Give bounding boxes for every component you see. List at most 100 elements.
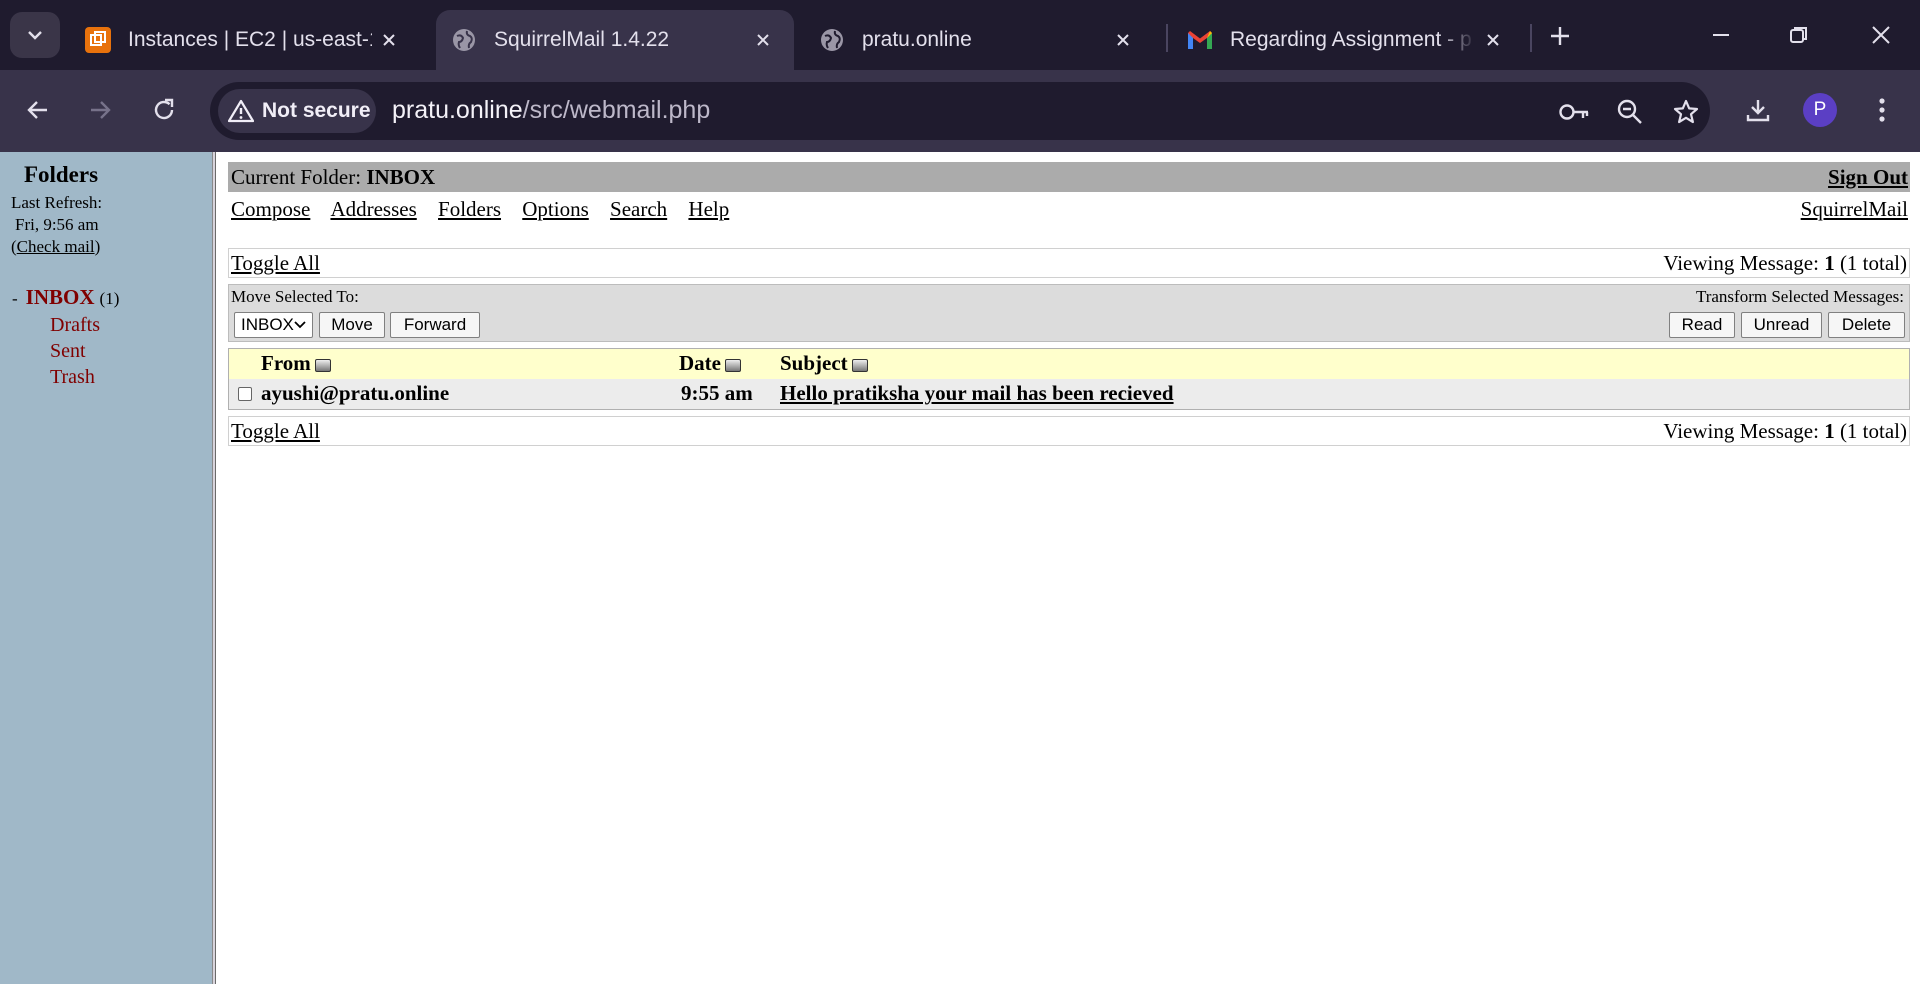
browser-menu-button[interactable] — [1860, 88, 1904, 132]
key-icon — [1559, 104, 1589, 120]
security-chip[interactable]: Not secure — [218, 89, 376, 133]
url-path: /src/webmail.php — [522, 96, 711, 124]
tab-separator — [1166, 24, 1168, 52]
toggle-all-link[interactable]: Toggle All — [231, 251, 320, 276]
folder-pane: Folders Last Refresh: Fri, 9:56 am (Chec… — [0, 152, 212, 984]
close-tab-icon[interactable] — [746, 23, 780, 57]
sort-icon[interactable] — [314, 358, 331, 372]
globe-icon — [450, 26, 478, 54]
column-from: From — [261, 351, 331, 376]
zoom-button[interactable] — [1612, 94, 1648, 130]
sort-icon[interactable] — [851, 358, 868, 372]
message-list: From Date Subject ayushi@pratu.online 9:… — [228, 348, 1910, 410]
menu-help[interactable]: Help — [688, 197, 729, 221]
close-tab-icon[interactable] — [372, 23, 406, 57]
star-icon — [1673, 99, 1699, 124]
tab-title: SquirrelMail 1.4.22 — [494, 28, 670, 51]
reload-icon — [154, 98, 174, 120]
password-key-button[interactable] — [1556, 94, 1592, 130]
squirrelmail-link[interactable]: SquirrelMail — [1801, 197, 1908, 222]
reload-button[interactable] — [142, 88, 186, 132]
list-nav-bottom: Toggle All Viewing Message: 1 (1 total) — [228, 416, 1910, 446]
inbox-unread-count: (1) — [99, 289, 120, 308]
new-tab-button[interactable] — [1540, 18, 1580, 54]
check-mail-link[interactable]: Check mail — [17, 237, 95, 256]
restore-button[interactable] — [1774, 14, 1824, 56]
tab-pratu-online[interactable]: pratu.online — [804, 10, 1154, 70]
tab-title: pratu.online — [862, 28, 972, 51]
folder-collapse-toggle[interactable]: - — [12, 289, 18, 308]
address-bar[interactable]: Not secure pratu.online/src/webmail.php — [210, 82, 1710, 140]
forward-button[interactable]: Forward — [390, 312, 480, 338]
close-tab-icon[interactable] — [1106, 23, 1140, 57]
mark-unread-button[interactable]: Unread — [1741, 312, 1822, 338]
close-window-button[interactable] — [1856, 14, 1906, 56]
current-folder-bar: Current Folder: INBOX Sign Out — [228, 162, 1910, 192]
bookmark-star-button[interactable] — [1668, 94, 1704, 130]
aws-ec2-icon — [84, 26, 112, 54]
tab-title: Instances | EC2 | us-east-1 — [128, 28, 372, 51]
webmail-page: Folders Last Refresh: Fri, 9:56 am (Chec… — [0, 152, 1920, 984]
browser-toolbar: Not secure pratu.online/src/webmail.php … — [0, 70, 1920, 152]
folder-drafts-link[interactable]: Drafts — [12, 312, 119, 338]
url-host: pratu.online — [392, 96, 523, 124]
globe-icon — [818, 26, 846, 54]
tab-gmail[interactable]: Regarding Assignment - p — [1172, 10, 1524, 70]
folder-inbox: - INBOX (1) — [12, 284, 119, 312]
menu-options[interactable]: Options — [522, 197, 589, 221]
folder-trash-link[interactable]: Trash — [12, 364, 119, 390]
check-mail: (Check mail) — [11, 237, 101, 256]
list-nav-top: Toggle All Viewing Message: 1 (1 total) — [228, 248, 1910, 278]
forward-button[interactable] — [78, 88, 122, 132]
minimize-button[interactable] — [1696, 14, 1746, 56]
transform-label: Transform Selected Messages: — [1695, 287, 1904, 306]
message-checkbox[interactable] — [238, 387, 252, 401]
security-label: Not secure — [262, 99, 371, 122]
tab-search-button[interactable] — [10, 12, 60, 58]
sign-out-link[interactable]: Sign Out — [1828, 165, 1908, 190]
zoom-out-icon — [1617, 99, 1642, 124]
tab-separator — [1530, 24, 1532, 52]
mark-read-button[interactable]: Read — [1669, 312, 1735, 338]
profile-button[interactable]: P — [1798, 88, 1842, 132]
avatar: P — [1803, 93, 1837, 127]
column-date: Date — [679, 351, 741, 376]
tab-title: Regarding Assignment - p — [1230, 28, 1472, 51]
sort-icon[interactable] — [724, 358, 741, 372]
back-button[interactable] — [16, 88, 60, 132]
current-folder: Current Folder: INBOX — [231, 164, 436, 189]
viewing-message: Viewing Message: 1 (1 total) — [1663, 250, 1907, 275]
delete-button[interactable]: Delete — [1828, 312, 1905, 338]
toggle-all-link[interactable]: Toggle All — [231, 419, 320, 444]
arrow-right-icon — [91, 101, 111, 119]
frame-divider[interactable] — [212, 152, 216, 984]
move-button[interactable]: Move — [319, 312, 385, 338]
folder-inbox-link[interactable]: INBOX — [26, 285, 95, 309]
menu-addresses[interactable]: Addresses — [330, 197, 416, 221]
main-menu: Compose Addresses Folders Options Search… — [228, 192, 1910, 226]
move-folder-select[interactable]: INBOX — [234, 312, 313, 338]
tab-squirrelmail[interactable]: SquirrelMail 1.4.22 — [436, 10, 794, 70]
viewing-message: Viewing Message: 1 (1 total) — [1663, 418, 1907, 443]
tab-ec2-instances[interactable]: Instances | EC2 | us-east-1 — [70, 10, 420, 70]
gmail-icon — [1186, 26, 1214, 54]
arrow-left-icon — [27, 101, 47, 119]
downloads-button[interactable] — [1736, 88, 1780, 132]
menu-compose[interactable]: Compose — [231, 197, 310, 221]
chevron-down-icon — [28, 31, 42, 40]
folder-sent-link[interactable]: Sent — [12, 338, 119, 364]
menu-search[interactable]: Search — [610, 197, 667, 221]
more-vertical-icon — [1879, 98, 1885, 122]
message-row[interactable]: ayushi@pratu.online 9:55 am Hello pratik… — [229, 379, 1909, 409]
plus-icon — [1551, 27, 1569, 45]
menu-folders[interactable]: Folders — [438, 197, 501, 221]
close-tab-icon[interactable] — [1476, 23, 1510, 57]
last-refresh: Last Refresh: Fri, 9:56 am (Check mail) — [11, 192, 102, 258]
last-refresh-time: Fri, 9:56 am — [15, 215, 99, 234]
message-from: ayushi@pratu.online — [261, 381, 450, 405]
message-date: 9:55 am — [681, 381, 753, 405]
move-label: Move Selected To: — [231, 287, 359, 306]
message-subject-link[interactable]: Hello pratiksha your mail has been recie… — [780, 381, 1174, 406]
current-folder-name: INBOX — [366, 164, 436, 189]
url-text[interactable]: pratu.online/src/webmail.php — [392, 96, 710, 125]
